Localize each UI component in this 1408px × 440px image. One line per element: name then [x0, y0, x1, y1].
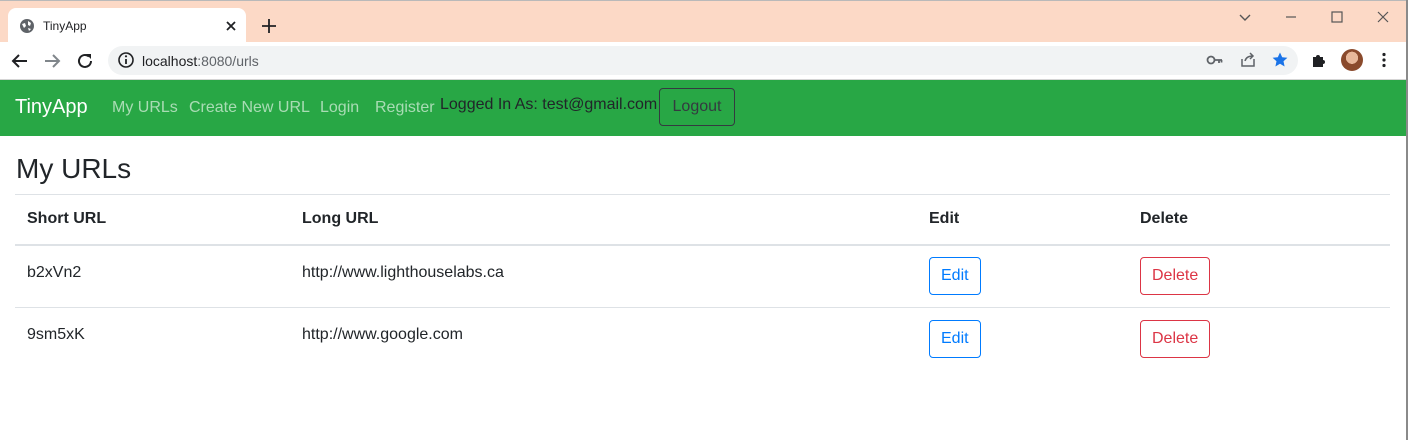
key-icon[interactable] [1206, 51, 1224, 69]
reload-icon[interactable] [75, 51, 95, 71]
long-url-cell: http://www.google.com [302, 326, 463, 343]
page-title: My URLs [16, 153, 132, 184]
browser-tabstrip: TinyApp [0, 0, 1408, 43]
urls-table: Short URL Long URL Edit Delete b2xVn2 ht… [15, 194, 1390, 371]
close-icon[interactable] [1376, 10, 1390, 24]
header-long-url: Long URL [302, 210, 379, 228]
short-url-cell: b2xVn2 [27, 263, 82, 281]
header-edit: Edit [929, 210, 960, 228]
logged-in-status: Logged In As: test@gmail.com [440, 96, 658, 113]
globe-icon [20, 19, 34, 33]
avatar[interactable] [1341, 49, 1363, 71]
back-icon[interactable] [10, 51, 30, 71]
nav-create-new-url[interactable]: Create New URL [189, 99, 310, 117]
table-row: 9sm5xK http://www.google.com Edit Delete [15, 308, 1390, 371]
delete-button[interactable]: Delete [1140, 257, 1211, 296]
brand-link[interactable]: TinyApp [15, 96, 88, 119]
header-short-url: Short URL [27, 210, 107, 228]
nav-register[interactable]: Register [375, 99, 435, 117]
chevron-down-icon[interactable] [1238, 10, 1252, 24]
minimize-icon[interactable] [1284, 10, 1298, 24]
plus-icon[interactable] [260, 17, 278, 35]
nav-login[interactable]: Login [320, 99, 359, 117]
app-navbar: TinyApp My URLs Create New URL Login Reg… [0, 80, 1408, 136]
delete-button[interactable]: Delete [1140, 320, 1211, 359]
url-host: localhost [142, 53, 198, 69]
table-row: b2xVn2 http://www.lighthouselabs.ca Edit… [15, 245, 1390, 308]
forward-icon[interactable] [42, 51, 62, 71]
share-icon[interactable] [1239, 51, 1257, 69]
menu-icon[interactable] [1375, 51, 1393, 69]
star-icon[interactable] [1271, 51, 1289, 69]
info-icon[interactable] [117, 51, 135, 69]
url-text[interactable]: localhost:8080/urls [142, 53, 259, 69]
close-icon[interactable] [223, 18, 239, 34]
url-path: :8080/urls [197, 53, 259, 69]
tab-title: TinyApp [43, 19, 87, 33]
puzzle-icon[interactable] [1310, 51, 1328, 69]
browser-toolbar: localhost:8080/urls [0, 42, 1408, 80]
browser-tab[interactable]: TinyApp [8, 8, 246, 43]
address-bar[interactable]: localhost:8080/urls [108, 46, 1298, 75]
long-url-cell: http://www.lighthouselabs.ca [302, 263, 504, 281]
edit-button[interactable]: Edit [929, 257, 981, 296]
maximize-icon[interactable] [1330, 10, 1344, 24]
edit-button[interactable]: Edit [929, 320, 981, 359]
header-delete: Delete [1140, 210, 1189, 228]
nav-my-urls[interactable]: My URLs [112, 99, 178, 117]
short-url-cell: 9sm5xK [27, 326, 85, 343]
logout-button[interactable]: Logout [659, 88, 735, 126]
table-header-row: Short URL Long URL Edit Delete [15, 194, 1390, 245]
